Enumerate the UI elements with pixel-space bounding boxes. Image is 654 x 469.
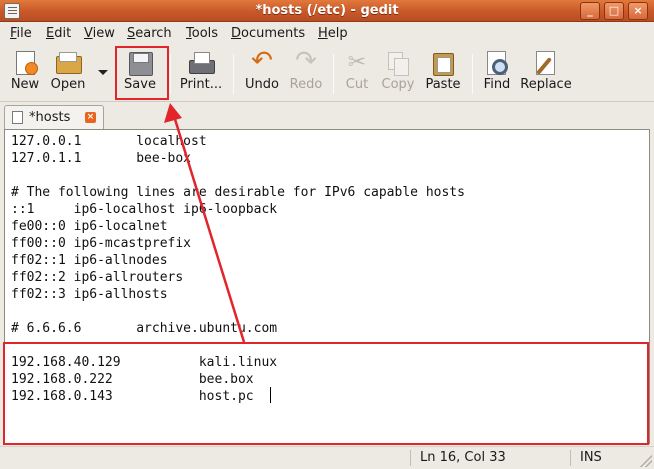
editor-line: 192.168.0.222 bee.box [11,372,254,387]
new-button[interactable]: New [8,50,42,98]
editor-line: ff02::1 ip6-allnodes [11,253,168,268]
undo-button[interactable]: Undo [243,46,281,98]
window-title: *hosts (/etc) - gedit [255,3,399,18]
menu-help[interactable]: Help [318,26,348,41]
toolbar-separator [472,54,473,94]
maximize-button[interactable]: □ [604,2,624,20]
paste-button[interactable]: Paste [424,50,462,98]
editor-line: 192.168.40.129 kali.linux [11,355,278,370]
status-divider [410,450,411,466]
undo-arrow-icon [249,46,275,76]
close-window-button[interactable]: × [628,2,648,20]
find-button[interactable]: Find [482,50,512,98]
open-recent-dropdown-icon[interactable] [98,70,108,75]
redo-arrow-icon [293,46,319,76]
menu-file[interactable]: File [10,26,32,41]
editor-line: ff02::2 ip6-allrouters [11,270,184,285]
menu-view[interactable]: View [84,26,115,41]
new-document-icon [12,50,38,76]
printer-icon [188,50,215,76]
insert-mode: INS [580,450,602,465]
cursor-position: Ln 16, Col 33 [420,450,506,465]
document-tab-strip: *hosts × [0,102,654,129]
minimize-button[interactable]: _ [580,2,600,20]
find-magnifier-icon [484,50,510,76]
toolbar-separator [233,54,234,94]
editor-line: 127.0.0.1 localhost [11,134,207,149]
editor-line: 192.168.0.143 host.pc [11,389,262,404]
replace-pen-icon [533,50,559,76]
open-button[interactable]: Open [48,50,88,98]
clipboard-icon [430,50,456,76]
toolbar-separator [333,54,334,94]
text-cursor [270,387,271,403]
editor-line: ff00::0 ip6-mcastprefix [11,236,192,251]
editor-line: # 6.6.6.6 archive.ubuntu.com [11,321,278,336]
toolbar-separator [170,54,171,94]
editor-line: fe00::0 ip6-localnet [11,219,168,234]
menu-documents[interactable]: Documents [231,26,305,41]
copy-icon [385,50,411,76]
open-folder-icon [55,50,82,76]
scissors-icon [344,48,370,78]
editor-line: ::1 ip6-localhost ip6-loopback [11,202,278,217]
save-disk-icon [127,50,153,76]
text-editor[interactable]: 127.0.0.1 localhost 127.0.1.1 bee-box # … [4,129,650,444]
tab-hosts[interactable]: *hosts × [4,105,104,129]
menu-tools[interactable]: Tools [186,26,218,41]
status-bar: Ln 16, Col 33 INS [0,446,654,469]
redo-button[interactable]: Redo [288,46,324,98]
text-document-icon [12,111,23,124]
resize-grip-icon[interactable] [640,455,652,467]
editor-line: ff02::3 ip6-allhosts [11,287,168,302]
replace-button[interactable]: Replace [519,50,573,98]
save-button[interactable]: Save [118,50,162,98]
tab-label: *hosts [29,110,71,125]
title-bar: *hosts (/etc) - gedit _ □ × [0,0,654,22]
editor-line: 127.0.1.1 bee-box [11,151,192,166]
menu-bar: File Edit View Search Tools Documents He… [0,22,654,46]
cut-button[interactable]: Cut [342,48,372,98]
status-divider [570,450,571,466]
editor-line: # The following lines are desirable for … [11,185,465,200]
menu-search[interactable]: Search [127,26,172,41]
menu-edit[interactable]: Edit [46,26,71,41]
tab-close-icon[interactable]: × [85,112,96,123]
copy-button[interactable]: Copy [380,50,416,98]
print-button[interactable]: Print... [178,50,224,98]
